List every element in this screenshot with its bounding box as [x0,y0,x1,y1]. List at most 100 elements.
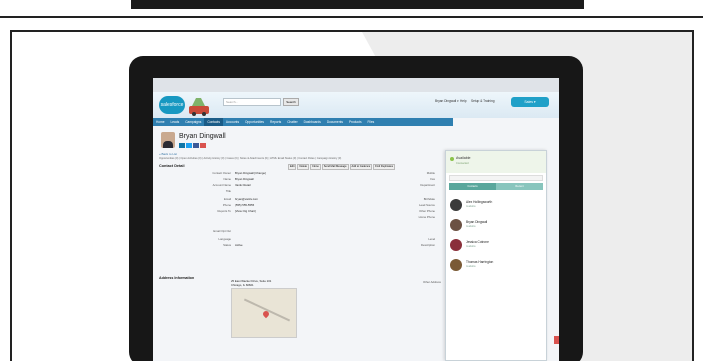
tab-opportunities[interactable]: Opportunities [242,118,267,126]
detail-row: Account Name Vantiv Retail Department [159,183,443,188]
related-links[interactable]: Opportunities (0) | Open Activities (0) … [159,157,449,161]
field-label: Status [223,243,231,247]
detail-row: Name Bryan Dingwall Fax [159,177,443,182]
field-value[interactable]: [View Org Chart] [235,209,256,213]
field-value: Active [235,243,243,247]
field-label: Language [218,237,231,241]
nav-tabs: Home Leads Campaigns Contacts Accounts O… [153,118,453,126]
tab-documents[interactable]: Documents [324,118,346,126]
field-label: Mobile [426,171,435,175]
field-label: Home Phone [418,215,435,219]
field-value[interactable]: Vantiv Retail [235,183,251,187]
salesforce-app: salesforce Search... Search Bryan Dingwa… [153,92,559,361]
app-switcher-button[interactable]: Sales ▾ [511,97,549,107]
other-address-label: Other Address [423,280,441,284]
field-label: Level [428,237,435,241]
presence-substatus: Connected [456,162,469,165]
detail-row: Contact Owner Bryan Dingwall [Change] Mo… [159,171,443,176]
tab-reports[interactable]: Reports [267,118,284,126]
list-item[interactable]: Thomas Harrington Available [450,259,542,275]
tab-files[interactable]: Files [365,118,378,126]
detail-row: Email bryan@vantiv.com Birthdate [159,197,443,202]
field-label: Contact Owner [212,171,231,175]
detail-actions: Edit Delete Clone Send Mail Message Add … [288,164,396,170]
tab-leads[interactable]: Leads [168,118,183,126]
field-label: Account Name [212,183,231,187]
avatar [450,259,462,271]
list-item[interactable]: Jessica Cotrone Available [450,239,542,255]
panel-search-input[interactable] [449,175,543,181]
field-label: Birthdate [423,197,435,201]
field-label: Lead Source [419,203,435,207]
contact-name: Bryan Dingwall [179,133,226,140]
edit-button[interactable]: Edit [288,164,297,170]
detail-table: Contact Owner Bryan Dingwall [Change] Mo… [159,171,443,266]
field-label: Title [225,189,231,193]
twitter-icon[interactable] [186,143,192,148]
field-label: Other Phone [419,209,435,213]
field-value[interactable]: bryan@vantiv.com [235,197,258,201]
person-name: Thomas Harrington [466,260,494,264]
salesforce-logo[interactable]: salesforce [159,96,185,114]
field-value: Bryan Dingwall [235,177,254,181]
close-icon[interactable] [554,336,559,344]
avatar [450,219,462,231]
tab-products[interactable]: Products [346,118,365,126]
tab-campaigns[interactable]: Campaigns [182,118,204,126]
find-duplicates-button[interactable]: Find Duplicates [373,164,396,170]
add-to-cadence-button[interactable]: Add to Cadence [349,164,373,170]
tab-contacts-panel[interactable]: Contacts [449,183,496,190]
clone-button[interactable]: Clone [309,164,321,170]
person-name: Alex Hollingsworth [466,200,493,204]
user-menu[interactable]: Bryan Dingwall ▾ [435,99,459,103]
list-item[interactable]: Bryan Dingwall Available [450,219,542,235]
softphone-panel: Available Connected Contacts Recent Alex… [445,150,547,361]
section-title: Contact Detail [159,164,185,168]
banner-dark-bar [131,0,584,9]
youtube-icon[interactable] [200,143,206,148]
mascot-icon [189,98,209,116]
facebook-icon[interactable] [193,143,199,148]
detail-row: Language Level [159,237,443,242]
panel-header: Available Connected [446,151,546,173]
delete-button[interactable]: Delete [297,164,309,170]
field-label: Department [420,183,435,187]
tab-recent[interactable]: Recent [496,183,543,190]
tab-chatter[interactable]: Chatter [284,118,300,126]
help-link[interactable]: Help [460,99,467,103]
tab-dashboards[interactable]: Dashboards [301,118,324,126]
mailing-address: 25 East Wacker Drive, Suite 101 Chicago,… [231,279,271,288]
detail-row: Home Phone [159,215,443,220]
setup-link[interactable]: Setup & Training [471,99,495,103]
list-item[interactable]: Alex Hollingsworth Available [450,199,542,215]
field-value[interactable]: Bryan Dingwall [Change] [235,171,266,175]
person-status: Available [466,225,476,228]
laptop-screen: salesforce Search... Search Bryan Dingwa… [153,78,559,361]
person-name: Jessica Cotrone [466,240,489,244]
top-banner [0,0,703,18]
contact-avatar [161,132,175,148]
person-name: Bryan Dingwall [466,220,488,224]
search-button[interactable]: Search [283,98,299,106]
field-label: Description [421,243,435,247]
status-dot-icon [450,157,454,161]
field-label: Email [224,197,231,201]
social-icons [179,143,206,148]
detail-row: Phone (555) 555-5555 Lead Source [159,203,443,208]
linkedin-icon[interactable] [179,143,185,148]
back-to-list-link[interactable]: « Back to List [159,152,177,156]
field-label: Email Opt Out [213,229,231,233]
tab-contacts[interactable]: Contacts [204,118,223,126]
send-mail-button[interactable]: Send Mail Message [321,164,349,170]
tab-accounts[interactable]: Accounts [223,118,242,126]
promo-image: salesforce Search... Search Bryan Dingwa… [0,0,703,361]
detail-row: Email Opt Out [159,229,443,234]
search-input[interactable]: Search... [223,98,281,106]
field-label: Reports To [217,209,231,213]
address-section-title: Address Information [159,276,195,280]
field-label: Fax [430,177,435,181]
address-map[interactable] [231,288,297,338]
presence-status[interactable]: Available [456,156,471,160]
field-value[interactable]: (555) 555-5555 [235,203,254,207]
tab-home[interactable]: Home [153,118,168,126]
